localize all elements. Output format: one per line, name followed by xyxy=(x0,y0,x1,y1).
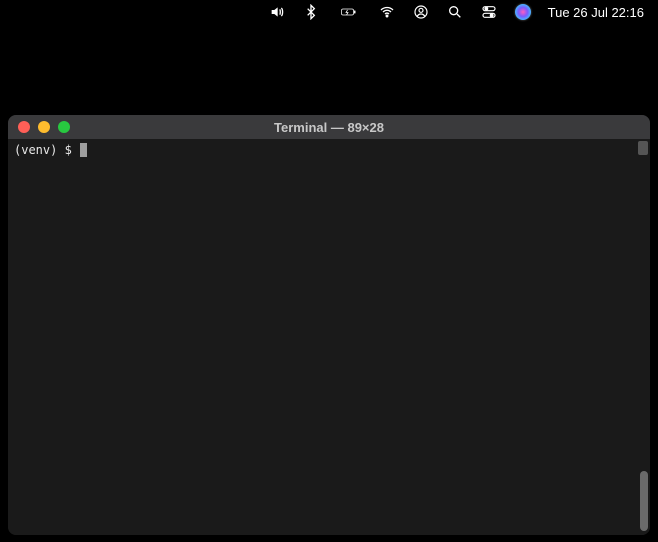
control-center-icon[interactable] xyxy=(480,3,498,21)
battery-charging-icon[interactable] xyxy=(336,3,362,21)
shell-prompt: (venv) $ xyxy=(14,143,79,157)
menubar-datetime[interactable]: Tue 26 Jul 22:16 xyxy=(548,5,644,20)
terminal-window: Terminal — 89×28 (venv) $ xyxy=(8,115,650,535)
window-title: Terminal — 89×28 xyxy=(8,120,650,135)
terminal-content[interactable]: (venv) $ xyxy=(8,139,650,535)
close-button[interactable] xyxy=(18,121,30,133)
scroll-marker-icon xyxy=(638,141,648,155)
window-controls xyxy=(8,121,70,133)
prompt-line: (venv) $ xyxy=(14,143,644,157)
wifi-icon[interactable] xyxy=(378,3,396,21)
minimize-button[interactable] xyxy=(38,121,50,133)
cursor-icon xyxy=(80,143,87,157)
scrollbar[interactable] xyxy=(638,141,648,533)
bluetooth-icon[interactable] xyxy=(302,3,320,21)
window-titlebar[interactable]: Terminal — 89×28 xyxy=(8,115,650,139)
maximize-button[interactable] xyxy=(58,121,70,133)
siri-icon[interactable] xyxy=(514,3,532,21)
volume-icon[interactable] xyxy=(268,3,286,21)
user-icon[interactable] xyxy=(412,3,430,21)
spotlight-search-icon[interactable] xyxy=(446,3,464,21)
macos-menubar: Tue 26 Jul 22:16 xyxy=(268,0,658,24)
scroll-thumb[interactable] xyxy=(640,471,648,531)
